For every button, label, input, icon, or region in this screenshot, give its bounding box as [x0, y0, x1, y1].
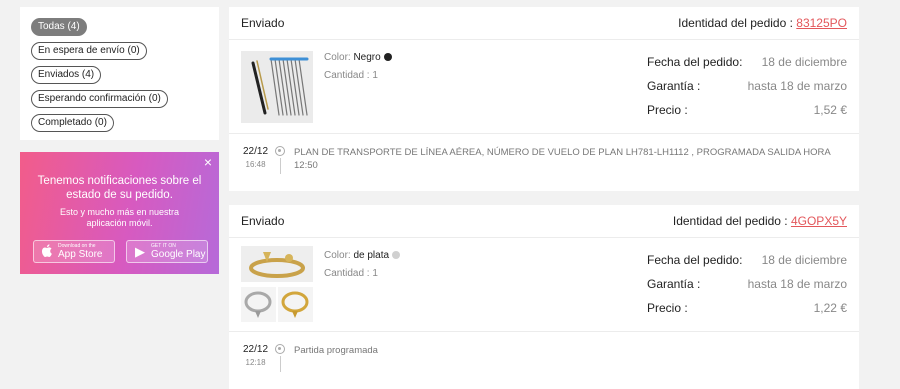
tracking-date: 22/12: [243, 344, 269, 355]
color-value: de plata: [353, 250, 390, 261]
order-card: Enviado Identidad del pedido : 4GOPX5Y C…: [229, 205, 859, 389]
order-status: Enviado: [241, 214, 285, 228]
order-id-label: Identidad del pedido :: [678, 16, 797, 30]
timeline-dot-icon: [275, 146, 285, 156]
product-quantity: Cantidad : 1: [324, 70, 392, 81]
quantity-label: Cantidad :: [324, 70, 373, 81]
order-status: Enviado: [241, 16, 285, 30]
order-id-row: Identidad del pedido : 4GOPX5Y: [673, 214, 847, 228]
warranty-value: hasta 18 de marzo: [747, 79, 847, 93]
product-color: Color: de plata: [324, 250, 401, 261]
price-value: 1,52 €: [813, 103, 847, 117]
order-id-row: Identidad del pedido : 83125PO: [678, 16, 847, 30]
quantity-label: Cantidad :: [324, 268, 373, 279]
warranty-label: Garantía :: [647, 277, 701, 291]
warranty-value: hasta 18 de marzo: [747, 277, 847, 291]
product-color: Color: Negro: [324, 52, 392, 63]
app-store-button[interactable]: Download on the App Store: [33, 240, 115, 263]
tracking-date: 22/12: [243, 146, 269, 157]
product-image-bracelet-main[interactable]: [241, 246, 313, 282]
order-id-link[interactable]: 4GOPX5Y: [791, 214, 847, 228]
order-id-link[interactable]: 83125PO: [796, 16, 847, 30]
filter-completed[interactable]: Completado (0): [31, 114, 114, 132]
product-quantity: Cantidad : 1: [324, 268, 400, 279]
product-image-pens[interactable]: [241, 51, 313, 123]
quantity-value: 1: [372, 70, 378, 81]
color-swatch: [383, 53, 392, 61]
tracking-time: 16:48: [245, 160, 266, 169]
google-play-label: Google Play: [151, 249, 206, 260]
color-value: Negro: [353, 52, 381, 63]
timeline-line: [279, 158, 281, 174]
order-date-label: Fecha del pedido:: [647, 55, 743, 69]
warranty-label: Garantía :: [647, 79, 701, 93]
tracking-entry: 22/12 16:48 PLAN DE TRANSPORTE DE LÍNEA …: [229, 134, 859, 191]
price-label: Precio :: [647, 103, 688, 117]
tracking-entry: 22/12 12:18 Partida programada: [229, 332, 859, 389]
app-promo-banner: × Tenemos notificaciones sobre el estado…: [20, 152, 219, 274]
order-date: 18 de diciembre: [761, 253, 847, 267]
quantity-value: 1: [372, 268, 378, 279]
promo-subtitle: Esto y mucho más en nuestra aplicación m…: [59, 207, 180, 228]
filter-awaiting-shipment[interactable]: En espera de envío (0): [31, 42, 147, 60]
product-image-bracelet-gold[interactable]: [278, 287, 313, 322]
tracking-message: Partida programada: [294, 345, 378, 356]
google-play-icon: ▶: [135, 243, 145, 259]
google-play-button[interactable]: ▶ GET IT ON Google Play: [126, 240, 208, 263]
filter-all[interactable]: Todas (4): [31, 18, 87, 36]
tracking-time: 12:18: [245, 358, 266, 367]
close-icon[interactable]: ×: [204, 155, 212, 169]
order-card: Enviado Identidad del pedido : 83125PO C…: [229, 7, 859, 191]
price-label: Precio :: [647, 301, 688, 315]
color-label: Color:: [324, 250, 354, 261]
timeline-dot-icon: [275, 344, 285, 354]
tracking-message: PLAN DE TRANSPORTE DE LÍNEA AÉREA, NÚMER…: [294, 147, 831, 171]
order-id-label: Identidad del pedido :: [672, 214, 791, 228]
filter-shipped[interactable]: Enviados (4): [31, 66, 102, 84]
color-swatch: [392, 251, 401, 259]
app-store-label: App Store: [58, 249, 103, 260]
price-value: 1,22 €: [813, 301, 847, 315]
filter-awaiting-confirmation[interactable]: Esperando confirmación (0): [31, 90, 168, 108]
timeline-line: [279, 356, 281, 372]
color-label: Color:: [324, 52, 354, 63]
order-filter-panel: Todas (4) En espera de envío (0) Enviado…: [20, 7, 219, 140]
product-image-bracelet-silver[interactable]: [241, 287, 276, 322]
order-date-label: Fecha del pedido:: [647, 253, 743, 267]
promo-title: Tenemos notificaciones sobre el estado d…: [37, 175, 202, 201]
apple-icon: [39, 243, 55, 260]
order-date: 18 de diciembre: [761, 55, 847, 69]
